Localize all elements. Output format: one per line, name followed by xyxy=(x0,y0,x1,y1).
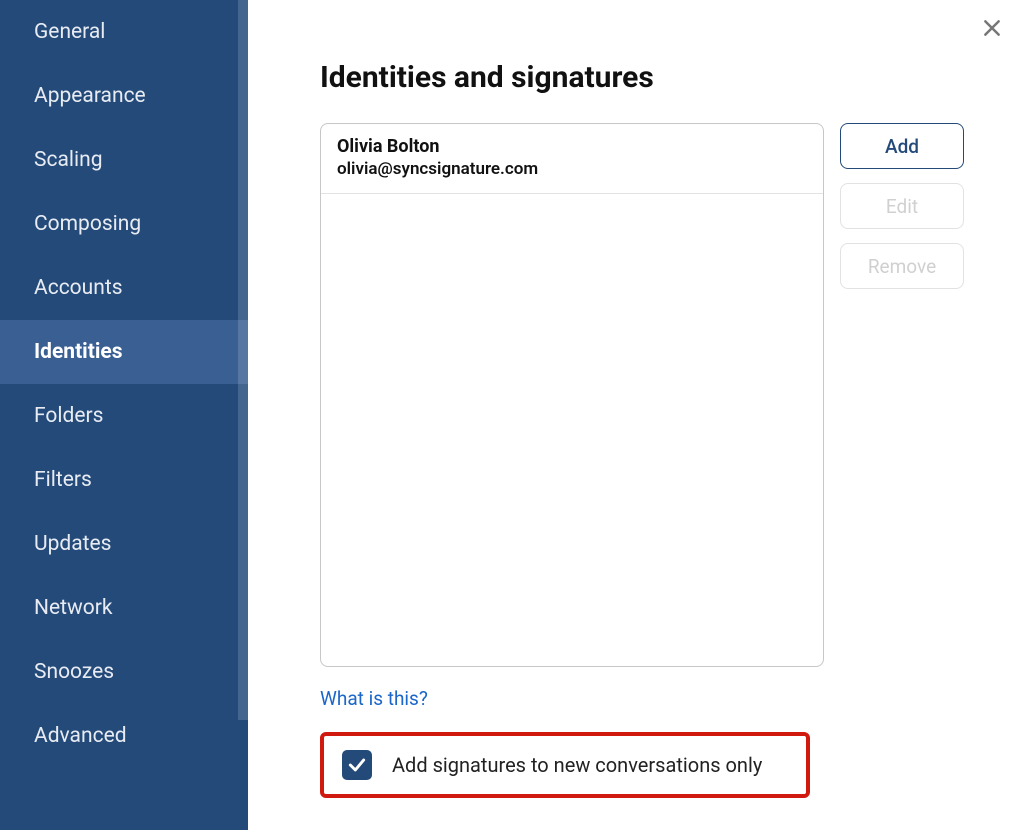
sidebar-item-scaling[interactable]: Scaling xyxy=(0,128,248,192)
sidebar-scroll-indicator xyxy=(238,0,248,720)
sidebar-item-accounts[interactable]: Accounts xyxy=(0,256,248,320)
close-icon xyxy=(982,18,1002,38)
add-button[interactable]: Add xyxy=(840,123,964,169)
check-icon xyxy=(347,755,367,775)
page-title: Identities and signatures xyxy=(320,60,964,95)
identity-email: olivia@syncsignature.com xyxy=(337,159,807,179)
sidebar-item-folders[interactable]: Folders xyxy=(0,384,248,448)
edit-button: Edit xyxy=(840,183,964,229)
close-button[interactable] xyxy=(978,14,1006,42)
identity-action-buttons: Add Edit Remove xyxy=(840,123,964,289)
identity-name: Olivia Bolton xyxy=(337,136,807,157)
sidebar-item-identities[interactable]: Identities xyxy=(0,320,248,384)
sidebar-item-filters[interactable]: Filters xyxy=(0,448,248,512)
identity-entry[interactable]: Olivia Bolton olivia@syncsignature.com xyxy=(321,124,823,194)
settings-sidebar: General Appearance Scaling Composing Acc… xyxy=(0,0,248,830)
sidebar-item-snoozes[interactable]: Snoozes xyxy=(0,640,248,704)
signatures-new-only-checkbox[interactable] xyxy=(342,750,372,780)
sidebar-item-general[interactable]: General xyxy=(0,0,248,64)
sidebar-item-advanced[interactable]: Advanced xyxy=(0,704,248,768)
identities-row: Olivia Bolton olivia@syncsignature.com A… xyxy=(320,123,964,667)
what-is-this-link[interactable]: What is this? xyxy=(320,687,428,710)
sidebar-item-appearance[interactable]: Appearance xyxy=(0,64,248,128)
sidebar-item-network[interactable]: Network xyxy=(0,576,248,640)
sidebar-item-composing[interactable]: Composing xyxy=(0,192,248,256)
main-panel: Identities and signatures Olivia Bolton … xyxy=(248,0,1024,830)
identities-list[interactable]: Olivia Bolton olivia@syncsignature.com xyxy=(320,123,824,667)
sidebar-item-updates[interactable]: Updates xyxy=(0,512,248,576)
highlighted-option: Add signatures to new conversations only xyxy=(320,732,810,798)
signatures-new-only-label: Add signatures to new conversations only xyxy=(392,753,762,777)
remove-button: Remove xyxy=(840,243,964,289)
